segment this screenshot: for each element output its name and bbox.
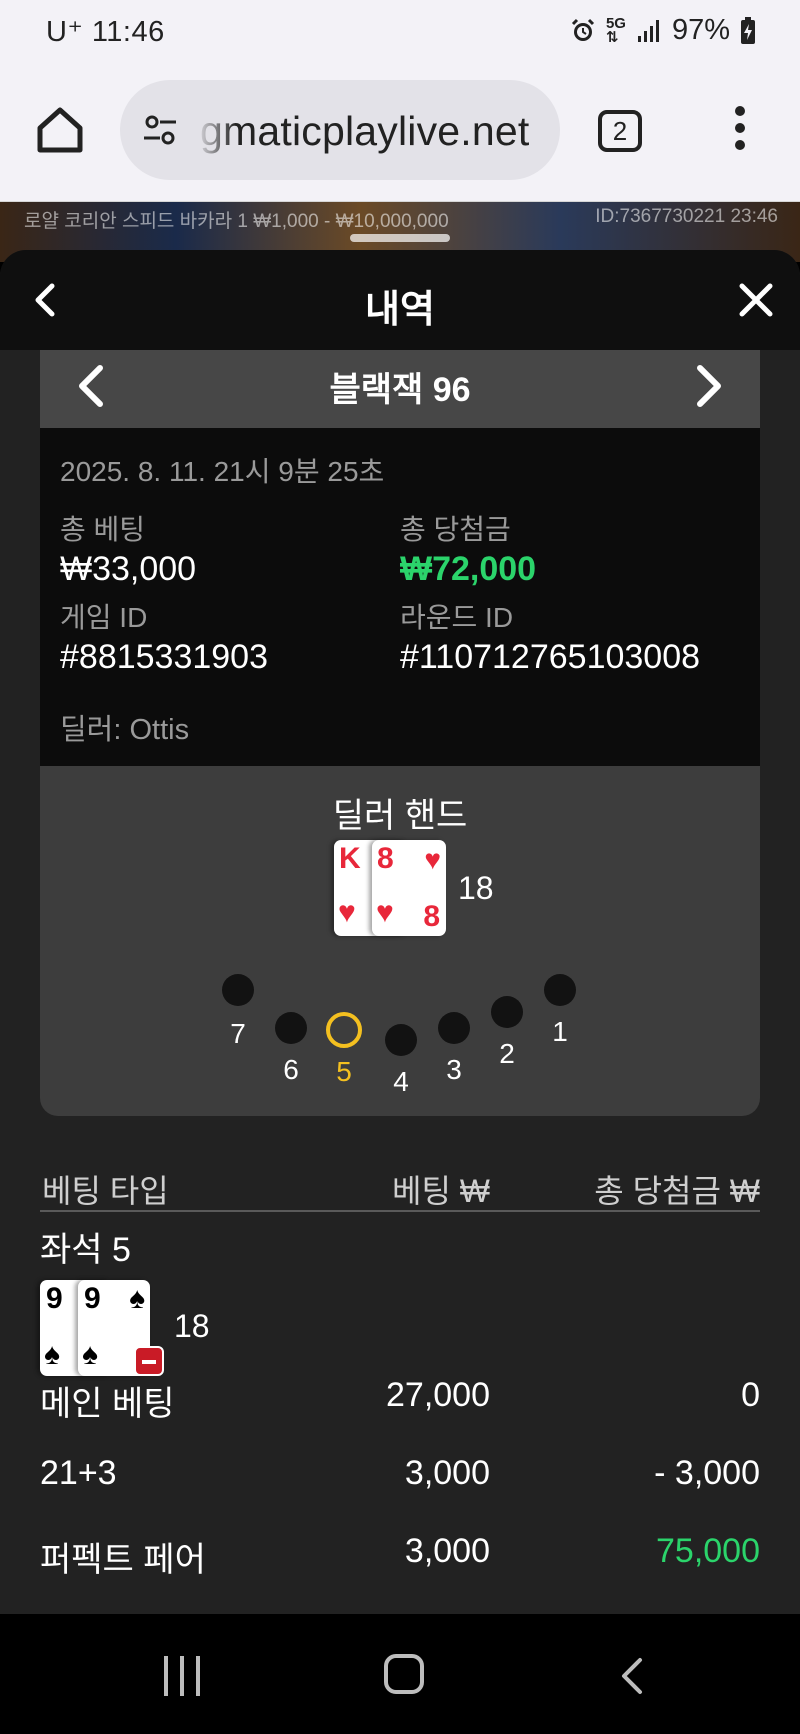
seat-5-number: 5: [336, 1056, 352, 1087]
dealer-cards: K ♥ 8 ♥ ♥ 8: [334, 840, 446, 936]
bet-row: 21+3 3,000 - 3,000: [40, 1454, 760, 1504]
seat-7-number: 7: [230, 1018, 246, 1049]
bets-table-header: 베팅 타입 베팅 ₩ 총 당첨금 ₩: [40, 1160, 760, 1212]
seat-6-number: 6: [283, 1054, 299, 1085]
round-id-label: 라운드 ID: [400, 602, 514, 633]
seat-3-marker: [438, 1012, 470, 1044]
status-icons: 5G ⇅ 97%: [570, 14, 756, 47]
bet-win: 75,000: [656, 1532, 760, 1570]
network-5g-icon: 5G ⇅: [605, 14, 626, 46]
seat-4-marker: [385, 1024, 417, 1056]
browser-toolbar: gmaticplaylive.net 2: [0, 64, 800, 202]
seat-2-number: 2: [499, 1038, 515, 1069]
table-info: 로얄 코리안 스피드 바카라 1 ₩1,000 - ₩10,000,000: [24, 211, 449, 232]
seat-1-marker: [544, 974, 576, 1006]
history-panel: 내역 블랙잭 96 2025. 8. 11. 21시 9분 25초 총 베팅 ₩…: [0, 250, 800, 1614]
total-bet-label: 총 베팅: [60, 514, 146, 545]
seat-6-marker: [275, 1012, 307, 1044]
bet-type: 퍼펙트 페어: [40, 1541, 206, 1579]
player-total: 18: [174, 1308, 210, 1344]
bet-type: 21+3: [40, 1454, 117, 1492]
game-navigator: 블랙잭 96: [40, 350, 760, 428]
status-bar: U⁺ 11:46 5G ⇅ 97%: [0, 0, 800, 64]
drag-handle[interactable]: [350, 234, 450, 242]
bet-type: 메인 베팅: [40, 1385, 175, 1423]
game-id-label: 게임 ID: [60, 602, 148, 633]
address-bar[interactable]: gmaticplaylive.net: [120, 80, 560, 180]
system-nav-bar: [0, 1614, 800, 1734]
bust-minus-icon: [134, 1346, 164, 1376]
bet-win: - 3,000: [654, 1454, 760, 1492]
tabs-icon[interactable]: 2: [598, 110, 642, 152]
more-vert-icon[interactable]: [728, 106, 752, 156]
nav-home-icon[interactable]: [384, 1654, 424, 1694]
signal-icon: [637, 19, 659, 42]
bet-amount: 3,000: [404, 1454, 490, 1492]
seat-1-number: 1: [552, 1016, 568, 1047]
alarm-icon: [571, 18, 594, 41]
dealer-name: 딜러: Ottis: [60, 714, 190, 746]
seat-3-number: 3: [446, 1054, 462, 1085]
url-fade: [196, 80, 236, 180]
bet-amount: 3,000: [404, 1532, 490, 1570]
round-datetime: 2025. 8. 11. 21시 9분 25초: [60, 456, 385, 487]
next-game-chevron-icon[interactable]: [688, 362, 728, 410]
bet-amount: 27,000: [386, 1376, 490, 1414]
dealer-card: 8 ♥ ♥ 8: [372, 840, 446, 936]
tune-icon[interactable]: [140, 110, 180, 150]
battery-text: 97%: [671, 14, 730, 46]
dealer-total: 18: [458, 870, 494, 906]
home-icon[interactable]: [34, 104, 86, 156]
url-text[interactable]: gmaticplaylive.net: [200, 108, 529, 155]
player-cards: 9 ♠ 9 ♠ ♠: [40, 1280, 180, 1380]
game-id-value: #8815331903: [60, 638, 269, 676]
status-time: U⁺ 11:46: [46, 16, 165, 48]
total-win-label: 총 당첨금: [400, 514, 511, 545]
col-total-win: 총 당첨금 ₩: [594, 1173, 760, 1209]
col-bet-type: 베팅 타입: [42, 1173, 169, 1209]
round-id-value: #110712765103008: [400, 638, 701, 676]
game-title: 블랙잭 96: [329, 371, 471, 409]
bet-row: 퍼펙트 페어 3,000 75,000: [40, 1532, 760, 1582]
dealer-hand-title: 딜러 핸드: [332, 797, 468, 835]
panel-title: 내역: [365, 289, 435, 331]
seat-4-number: 4: [393, 1066, 409, 1097]
round-info-box: 2025. 8. 11. 21시 9분 25초 총 베팅 ₩33,000 총 당…: [40, 428, 760, 766]
seat-2-marker: [491, 996, 523, 1028]
battery-charging-icon: [741, 16, 755, 44]
total-win-value: ₩72,000: [400, 550, 537, 588]
bet-row: 메인 베팅 27,000 0: [40, 1376, 760, 1426]
seat-label: 좌석 5: [40, 1231, 131, 1269]
panel-header: 내역: [0, 250, 800, 350]
seat-7-marker: [222, 974, 254, 1006]
round-info: ID:7367730221 23:46: [595, 206, 778, 227]
nav-back-icon[interactable]: [616, 1656, 646, 1696]
total-bet-value: ₩33,000: [60, 550, 197, 588]
col-bet-amount: 베팅 ₩: [392, 1173, 490, 1209]
dealer-hand-box: 딜러 핸드 K ♥ 8 ♥ ♥ 8 18 7 6 5 4 3 2 1: [40, 766, 760, 1116]
bet-win: 0: [741, 1376, 760, 1414]
close-icon[interactable]: [736, 280, 776, 320]
recents-icon[interactable]: [162, 1656, 202, 1696]
seat-5-marker: [326, 1012, 362, 1048]
